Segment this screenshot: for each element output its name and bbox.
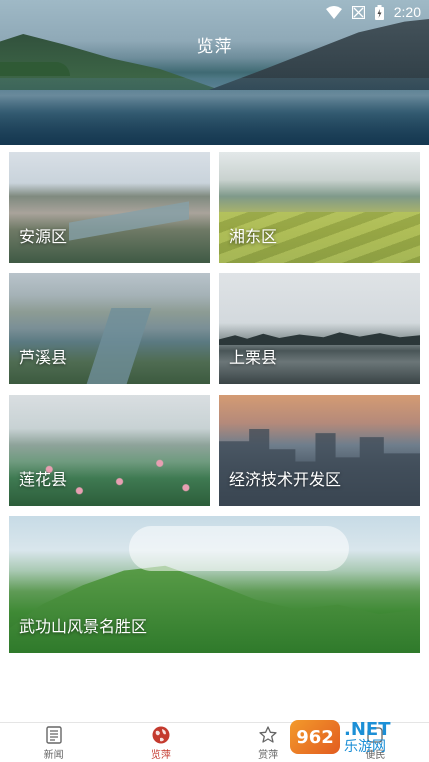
watermark-domain: .NET	[344, 719, 391, 740]
tile-image-river	[69, 201, 189, 241]
nav-item-lanping[interactable]: 览萍	[107, 723, 214, 762]
region-tile-label: 莲花县	[19, 472, 68, 489]
region-tile-shangli[interactable]: 上栗县	[219, 273, 420, 384]
page-title: 览萍	[196, 37, 233, 56]
region-tile-lianhua[interactable]: 莲花县	[9, 395, 210, 506]
region-tile-label: 安源区	[19, 229, 68, 246]
region-tile-label: 上栗县	[229, 350, 278, 367]
watermark-logo: 962	[290, 720, 340, 754]
nav-label: 赏萍	[258, 749, 279, 761]
nav-item-news[interactable]: 新闻	[0, 723, 107, 762]
region-tile-label: 武功山风景名胜区	[19, 619, 148, 636]
region-tile-economic-zone[interactable]: 经济技术开发区	[219, 395, 420, 506]
hero-lake-reflection	[0, 78, 429, 145]
tile-image-cloud	[129, 526, 349, 571]
globe-icon	[152, 726, 170, 743]
no-signal-icon	[351, 5, 365, 19]
region-tile-xiangdong[interactable]: 湘东区	[219, 152, 420, 263]
tile-image-skyline	[219, 332, 420, 345]
tile-image-river	[86, 308, 152, 384]
battery-charging-icon	[374, 4, 384, 20]
nav-label: 新闻	[43, 749, 64, 761]
region-tile-anyuan[interactable]: 安源区	[9, 152, 210, 263]
watermark: 962 .NET 乐游网	[290, 715, 426, 759]
watermark-text: .NET 乐游网	[344, 719, 391, 754]
watermark-site-name: 乐游网	[344, 738, 386, 754]
nav-label: 览萍	[150, 749, 171, 761]
status-bar: 2:20	[0, 0, 429, 24]
region-tile-label: 湘东区	[229, 229, 278, 246]
wifi-icon	[325, 5, 342, 19]
region-tile-label: 芦溪县	[19, 350, 68, 367]
hero-island	[0, 62, 70, 76]
status-time: 2:20	[393, 4, 421, 20]
region-tile-label: 经济技术开发区	[229, 472, 342, 489]
region-tile-luxi[interactable]: 芦溪县	[9, 273, 210, 384]
region-tile-wugongshan[interactable]: 武功山风景名胜区	[9, 516, 420, 653]
star-icon	[259, 725, 277, 743]
newspaper-icon	[45, 725, 62, 744]
